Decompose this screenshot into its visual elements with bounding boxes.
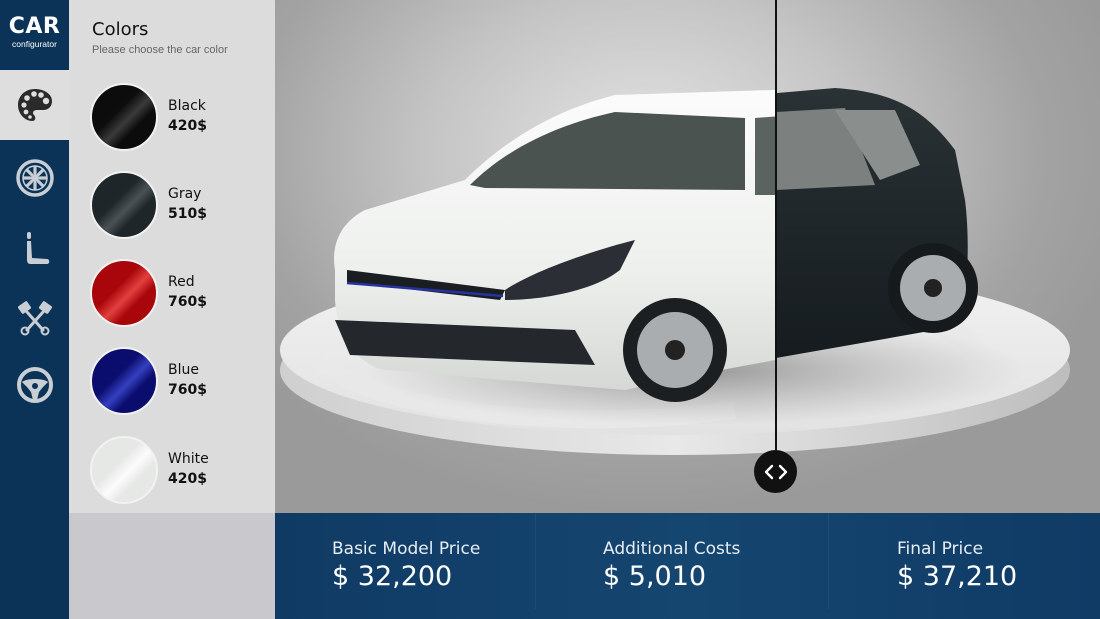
chevron-left-right-icon: [764, 464, 787, 479]
color-option-white[interactable]: White 420$: [90, 436, 260, 506]
color-option-blue[interactable]: Blue 760$: [90, 347, 260, 417]
car-preview: [275, 0, 1100, 513]
panel-subtitle: Please choose the car color: [92, 44, 228, 56]
price-summary: Basic Model Price $ 32,200 Additional Co…: [275, 513, 1100, 619]
final-price: Final Price $ 37,210: [829, 513, 1100, 609]
app-logo: CAR configurator: [0, 0, 69, 70]
nav-item-engine[interactable]: [0, 283, 69, 353]
additional-costs: Additional Costs $ 5,010: [536, 513, 828, 609]
logo-subtitle: configurator: [12, 39, 57, 49]
car-right-gray: [776, 88, 978, 359]
colors-panel: Colors Please choose the car color Black…: [69, 0, 275, 513]
panel-footer: [69, 513, 275, 619]
color-swatch[interactable]: [90, 259, 158, 327]
nav-item-steering[interactable]: [0, 350, 69, 420]
panel-title: Colors: [92, 19, 149, 40]
color-name: Black: [168, 98, 206, 114]
color-option-gray[interactable]: Gray 510$: [90, 171, 260, 241]
color-swatch[interactable]: [90, 171, 158, 239]
nav-item-wheels[interactable]: [0, 143, 69, 213]
color-price: 760$: [168, 382, 207, 398]
sidebar-nav: CAR configurator: [0, 0, 69, 619]
color-swatch[interactable]: [90, 347, 158, 415]
color-price: 420$: [168, 118, 207, 134]
steering-wheel-icon: [16, 367, 53, 403]
final-price-label: Final Price: [897, 539, 984, 559]
basic-price-label: Basic Model Price: [332, 539, 481, 559]
nav-item-seats[interactable]: [0, 213, 69, 283]
final-price-value: $ 37,210: [897, 561, 1018, 592]
color-name: White: [168, 451, 209, 467]
color-option-red[interactable]: Red 760$: [90, 259, 260, 329]
car-scene: [280, 88, 1070, 455]
compare-slider-handle[interactable]: [754, 450, 797, 493]
color-name: Gray: [168, 186, 202, 202]
color-swatch[interactable]: [90, 83, 158, 151]
compare-divider[interactable]: [775, 0, 777, 470]
color-price: 510$: [168, 206, 207, 222]
engine-pistons-icon: [17, 301, 52, 336]
color-name: Blue: [168, 362, 199, 378]
palette-icon: [17, 89, 52, 121]
logo-title: CAR: [8, 14, 61, 39]
color-price: 760$: [168, 294, 207, 310]
additional-costs-label: Additional Costs: [603, 539, 741, 559]
basic-price: Basic Model Price $ 32,200: [275, 513, 535, 609]
nav-item-colors[interactable]: [0, 70, 69, 140]
color-swatch[interactable]: [90, 436, 158, 504]
color-name: Red: [168, 274, 195, 290]
color-price: 420$: [168, 471, 207, 487]
basic-price-value: $ 32,200: [332, 561, 453, 592]
car-seat-icon: [26, 232, 49, 264]
additional-costs-value: $ 5,010: [603, 561, 707, 592]
wheel-rim-icon: [15, 159, 54, 197]
color-option-black[interactable]: Black 420$: [90, 83, 260, 153]
